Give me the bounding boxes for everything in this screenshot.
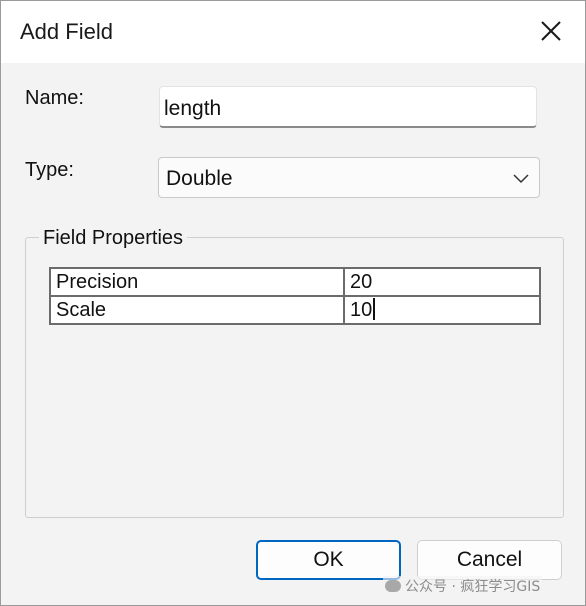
text-caret [373,298,376,320]
watermark-text: 公众号 · 疯狂学习GIS [405,579,541,595]
wechat-icon [385,580,401,592]
title-bar: Add Field [1,1,585,63]
close-button[interactable] [533,13,569,49]
property-key-cell: Scale [49,295,345,325]
property-value-cell[interactable]: 20 [343,267,541,297]
table-row: Precision 20 [49,267,541,297]
type-label: Type: [25,159,74,181]
field-properties-title: Field Properties [39,227,188,250]
close-icon [541,21,561,41]
type-dropdown-value: Double [166,167,233,190]
field-properties-table: Precision 20 Scale 10 [49,267,541,325]
name-label: Name: [25,87,84,109]
table-row: Scale 10 [49,295,541,325]
watermark: 公众号 · 疯狂学习GIS [383,576,543,596]
property-key-cell: Precision [49,267,345,297]
type-dropdown[interactable]: Double [158,157,540,198]
property-value-cell[interactable]: 10 [343,295,541,325]
cancel-button[interactable]: Cancel [417,540,562,580]
add-field-dialog: Add Field Name: Type: Double Field Prope… [0,0,586,606]
chevron-down-icon [512,171,530,189]
name-input[interactable] [159,86,537,128]
property-value-text: 10 [350,299,373,321]
ok-button[interactable]: OK [256,540,401,580]
dialog-title: Add Field [20,19,113,44]
